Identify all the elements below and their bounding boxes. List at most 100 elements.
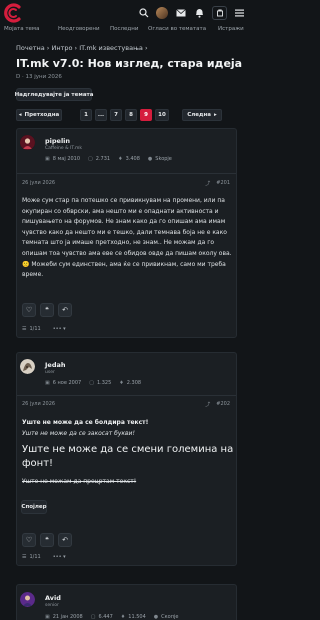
post-date[interactable]: 26 јули 2026 <box>22 401 55 407</box>
reply-count: 1/11 <box>29 554 41 560</box>
sub-nav: Мојата тема Неодговорени Последни Огласи… <box>0 26 250 34</box>
react-button[interactable]: ♡ <box>22 303 36 317</box>
message-count: 2.731 <box>95 156 111 162</box>
bell-icon[interactable] <box>193 7 206 20</box>
calendar-icon: ▣ <box>45 380 50 386</box>
user-title: user <box>45 370 55 375</box>
reaction-count: 2.308 <box>126 380 142 386</box>
nav-item[interactable]: Неодговорени <box>58 26 100 32</box>
reply-icon: ↶ <box>62 536 68 544</box>
reactions-icon: ♦ <box>119 380 124 386</box>
post-username[interactable]: Jedah <box>45 361 66 369</box>
avatar[interactable] <box>20 592 35 607</box>
react-button[interactable]: ♡ <box>22 533 36 547</box>
post-username[interactable]: Avid <box>45 594 61 602</box>
user-location: Скопје <box>161 614 179 620</box>
post-id[interactable]: #201 <box>216 180 230 187</box>
post-card: pipelin Caffeine & IT.mk ▣ 8 мај 2010 ▢ 2.… <box>16 128 237 338</box>
more-options-icon[interactable]: ••• ▾ <box>53 554 66 560</box>
messages-icon: ▢ <box>90 614 96 620</box>
thread-meta: D · 13 јуни 2026 <box>16 74 62 80</box>
page-ellipsis[interactable]: ... <box>95 109 107 121</box>
messages-icon: ▢ <box>89 380 94 386</box>
user-location: Skopje <box>155 156 172 162</box>
nav-item[interactable]: Последни <box>110 26 138 32</box>
page-title: IT.mk v7.0: Нов изглед, стара идеја <box>16 57 243 70</box>
joined-date: 8 мај 2010 <box>52 156 81 162</box>
divider <box>17 395 236 396</box>
reactions-icon: ♦ <box>120 614 126 620</box>
share-icon[interactable]: ⤴ <box>205 401 210 408</box>
avatar[interactable] <box>20 359 35 374</box>
quote-icon: ❝ <box>45 536 49 544</box>
next-label: Следна <box>187 112 211 118</box>
page-button[interactable]: 7 <box>110 109 122 121</box>
location-icon: ● <box>147 156 153 162</box>
share-icon[interactable]: ⤴ <box>205 180 210 187</box>
nav-item[interactable]: Мојата тема <box>4 26 39 32</box>
envelope-icon[interactable] <box>174 7 187 20</box>
reply-count: 1/11 <box>29 326 41 332</box>
site-logo[interactable] <box>2 2 24 24</box>
joined-date: 6 ное 2007 <box>52 380 82 386</box>
joined-date: 21 јан 2008 <box>52 614 83 620</box>
avatar[interactable] <box>20 135 35 150</box>
post-id[interactable]: #202 <box>216 401 230 408</box>
nav-item[interactable]: Огласи во тематата <box>148 26 206 32</box>
messages-icon: ▢ <box>88 156 93 162</box>
reaction-count: 11.504 <box>128 614 146 620</box>
prev-page-button[interactable]: ◂ Претходна <box>16 109 62 121</box>
post-username[interactable]: pipelin <box>45 137 70 145</box>
breadcrumb[interactable]: Почетна › Интро › IT.mk известувања › <box>16 44 148 52</box>
post-card: Jedah user ▣ 6 ное 2007 ▢ 1.325 ♦ 2.308 26 … <box>16 352 237 566</box>
menu-icon[interactable] <box>233 7 246 20</box>
reactions-icon: ♦ <box>118 156 123 162</box>
spoiler-button[interactable]: Спојлер <box>21 500 47 514</box>
page-button[interactable]: 10 <box>155 109 169 121</box>
strikethrough-text-line: Уште не можам да прецртам текст! <box>22 478 137 485</box>
location-icon: ● <box>153 614 159 620</box>
reaction-count: 3.408 <box>125 156 140 162</box>
message-count: 1.325 <box>96 380 112 386</box>
user-stats: ▣ 6 ное 2007 ▢ 1.325 ♦ 2.308 <box>45 380 141 386</box>
page-button[interactable]: 1 <box>80 109 92 121</box>
heart-icon: ♡ <box>25 536 33 544</box>
bookmark-icon[interactable] <box>212 6 227 20</box>
post-date[interactable]: 26 јули 2026 <box>22 180 55 186</box>
prev-label: Претходна <box>24 112 60 118</box>
search-icon[interactable] <box>137 7 150 20</box>
italic-text-line: Уште не може да се закосат букви! <box>22 430 135 437</box>
list-icon: ☰ <box>22 554 27 560</box>
post-card: Avid senior ▣ 21 јан 2008 ▢ 6.447 ♦ 11.504 … <box>16 584 237 620</box>
large-text-line: Уште не може да се смени големина на фон… <box>22 444 234 469</box>
quote-button[interactable]: ❝ <box>40 303 54 317</box>
user-stats: ▣ 8 мај 2010 ▢ 2.731 ♦ 3.408 ● Skopje <box>45 156 172 162</box>
user-stats: ▣ 21 јан 2008 ▢ 6.447 ♦ 11.504 ● Скопје <box>45 614 178 620</box>
post-body: Може сум стар па потешко се привикнувам … <box>22 197 232 279</box>
nav-item[interactable]: Истражи <box>218 26 244 32</box>
reply-button[interactable]: ↶ <box>58 533 72 547</box>
user-title: senior <box>45 603 59 608</box>
post-share[interactable]: ⤴ #202 <box>205 401 230 408</box>
post-footer: ☰ 1/11 ••• ▾ <box>22 554 66 560</box>
top-icons <box>137 6 246 20</box>
reply-button[interactable]: ↶ <box>58 303 72 317</box>
divider <box>17 173 236 174</box>
top-bar <box>0 0 250 26</box>
user-avatar[interactable] <box>156 7 168 19</box>
next-page-button[interactable]: Следна ▸ <box>182 109 222 121</box>
reply-icon: ↶ <box>62 306 68 314</box>
more-options-icon[interactable]: ••• ▾ <box>53 326 66 332</box>
list-icon: ☰ <box>22 326 27 332</box>
page-button[interactable]: 8 <box>125 109 137 121</box>
page-button-active[interactable]: 9 <box>140 109 152 121</box>
message-count: 6.447 <box>98 614 113 620</box>
post-share[interactable]: ⤴ #201 <box>205 180 230 187</box>
heart-icon: ♡ <box>25 306 33 314</box>
post-footer: ☰ 1/11 ••• ▾ <box>22 326 66 332</box>
quote-icon: ❝ <box>45 306 49 314</box>
chevron-right-icon: ▸ <box>213 112 217 118</box>
quote-button[interactable]: ❝ <box>40 533 54 547</box>
watch-thread-button[interactable]: Надгледувајте ја темата <box>15 88 93 101</box>
user-title: Caffeine & IT.mk <box>45 146 82 151</box>
